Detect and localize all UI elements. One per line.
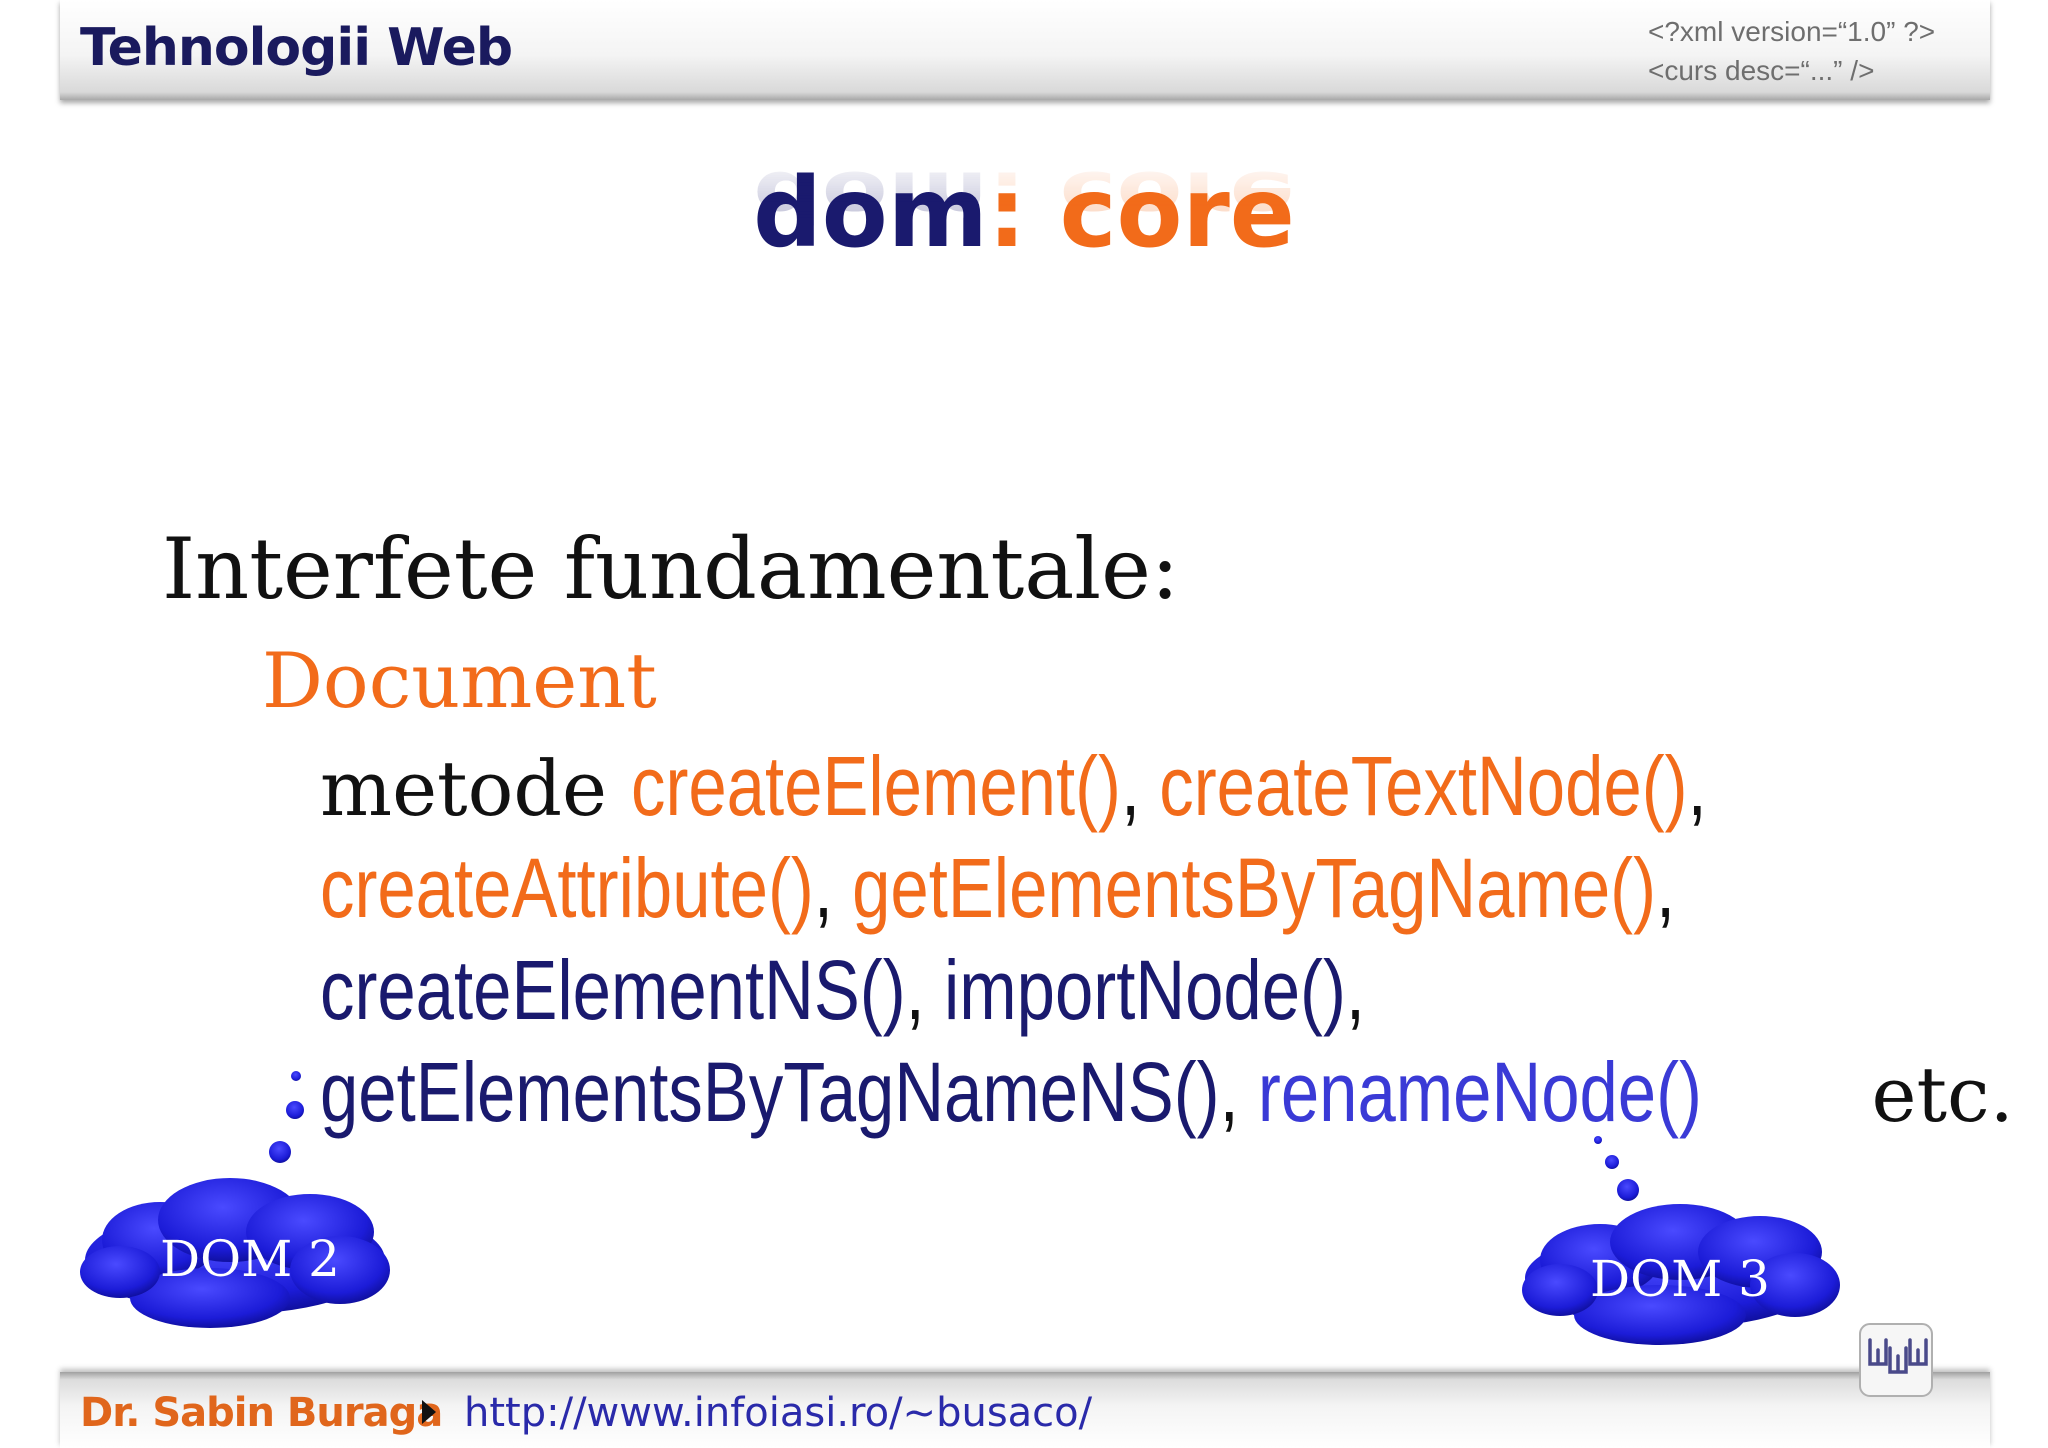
reflection-dom: dom: [753, 156, 988, 237]
footer-bar: Dr. Sabin Buraga http://www.infoiasi.ro/…: [60, 1372, 1990, 1448]
bubble-dot: [1594, 1136, 1602, 1144]
reflection-core: : core: [987, 156, 1295, 237]
play-arrow-icon: [422, 1400, 436, 1424]
xml-code-annotation: <?xml version=“1.0” ?> <curs desc=“...” …: [1648, 12, 1935, 90]
bubble-dot: [291, 1071, 301, 1081]
xml-code-line-1: <?xml version=“1.0” ?>: [1648, 16, 1936, 47]
etc-text: etc.: [1847, 1050, 2014, 1139]
method-renameNode: renameNode(): [1257, 1045, 1702, 1139]
cloud-dom2: [80, 1071, 390, 1328]
comma: ,: [905, 943, 944, 1037]
methods-line-1: metode createElement(), createTextNode()…: [320, 740, 1943, 835]
comma: ,: [813, 841, 853, 935]
comma: ,: [1656, 841, 1676, 935]
method-createTextNode: createTextNode(): [1159, 739, 1688, 833]
heading-fundamental-interfaces: Interfete fundamentale:: [162, 520, 1180, 618]
methods-line-1-cond: createElement(), createTextNode(),: [631, 740, 1707, 832]
course-title: Tehnologii Web: [80, 18, 513, 78]
methods-prefix: metode: [320, 744, 632, 833]
comma: ,: [1687, 739, 1707, 833]
methods-line-4: getElementsByTagNameNS(), renameNode() e…: [320, 1046, 2014, 1141]
comma: ,: [1121, 739, 1160, 833]
bubble-dot: [1605, 1155, 1619, 1169]
university-logo-icon: [1859, 1323, 1933, 1397]
methods-line-2: createAttribute(), getElementsByTagName(…: [320, 842, 1973, 937]
cloud-dom2-label: DOM 2: [160, 1230, 340, 1288]
bubble-dot: [286, 1101, 304, 1119]
xml-code-line-2: <curs desc=“...” />: [1648, 55, 1875, 86]
method-importNode: importNode(): [943, 943, 1346, 1037]
course-url-link[interactable]: http://www.infoiasi.ro/~busaco/: [464, 1390, 1092, 1436]
method-getElementsByTagNameNS: getElementsByTagNameNS(): [320, 1045, 1220, 1139]
methods-line-4-cond: getElementsByTagNameNS(), renameNode(): [320, 1046, 1702, 1138]
method-createAttribute: createAttribute(): [320, 841, 814, 935]
bubble-dot: [1617, 1179, 1639, 1201]
methods-line-3: createElementNS(), importNode(),: [320, 944, 1594, 1039]
bubble-dot: [269, 1141, 291, 1163]
method-getElementsByTagName: getElementsByTagName(): [852, 841, 1657, 935]
interface-document: Document: [262, 636, 657, 725]
slide-title-reflection: dom: core: [0, 156, 2048, 237]
comma: ,: [1219, 1045, 1258, 1139]
cloud-dom3: [1522, 1136, 1840, 1345]
methods-line-3-cond: createElementNS(), importNode(),: [320, 944, 1365, 1036]
header-bar: Tehnologii Web <?xml version=“1.0” ?> <c…: [60, 0, 1990, 100]
author-name: Dr. Sabin Buraga: [80, 1390, 443, 1436]
comma: ,: [1345, 943, 1366, 1037]
methods-line-2-cond: createAttribute(), getElementsByTagName(…: [320, 842, 1675, 934]
cloud-dom3-label: DOM 3: [1590, 1250, 1770, 1308]
method-createElementNS: createElementNS(): [320, 943, 906, 1037]
method-createElement: createElement(): [631, 739, 1122, 833]
